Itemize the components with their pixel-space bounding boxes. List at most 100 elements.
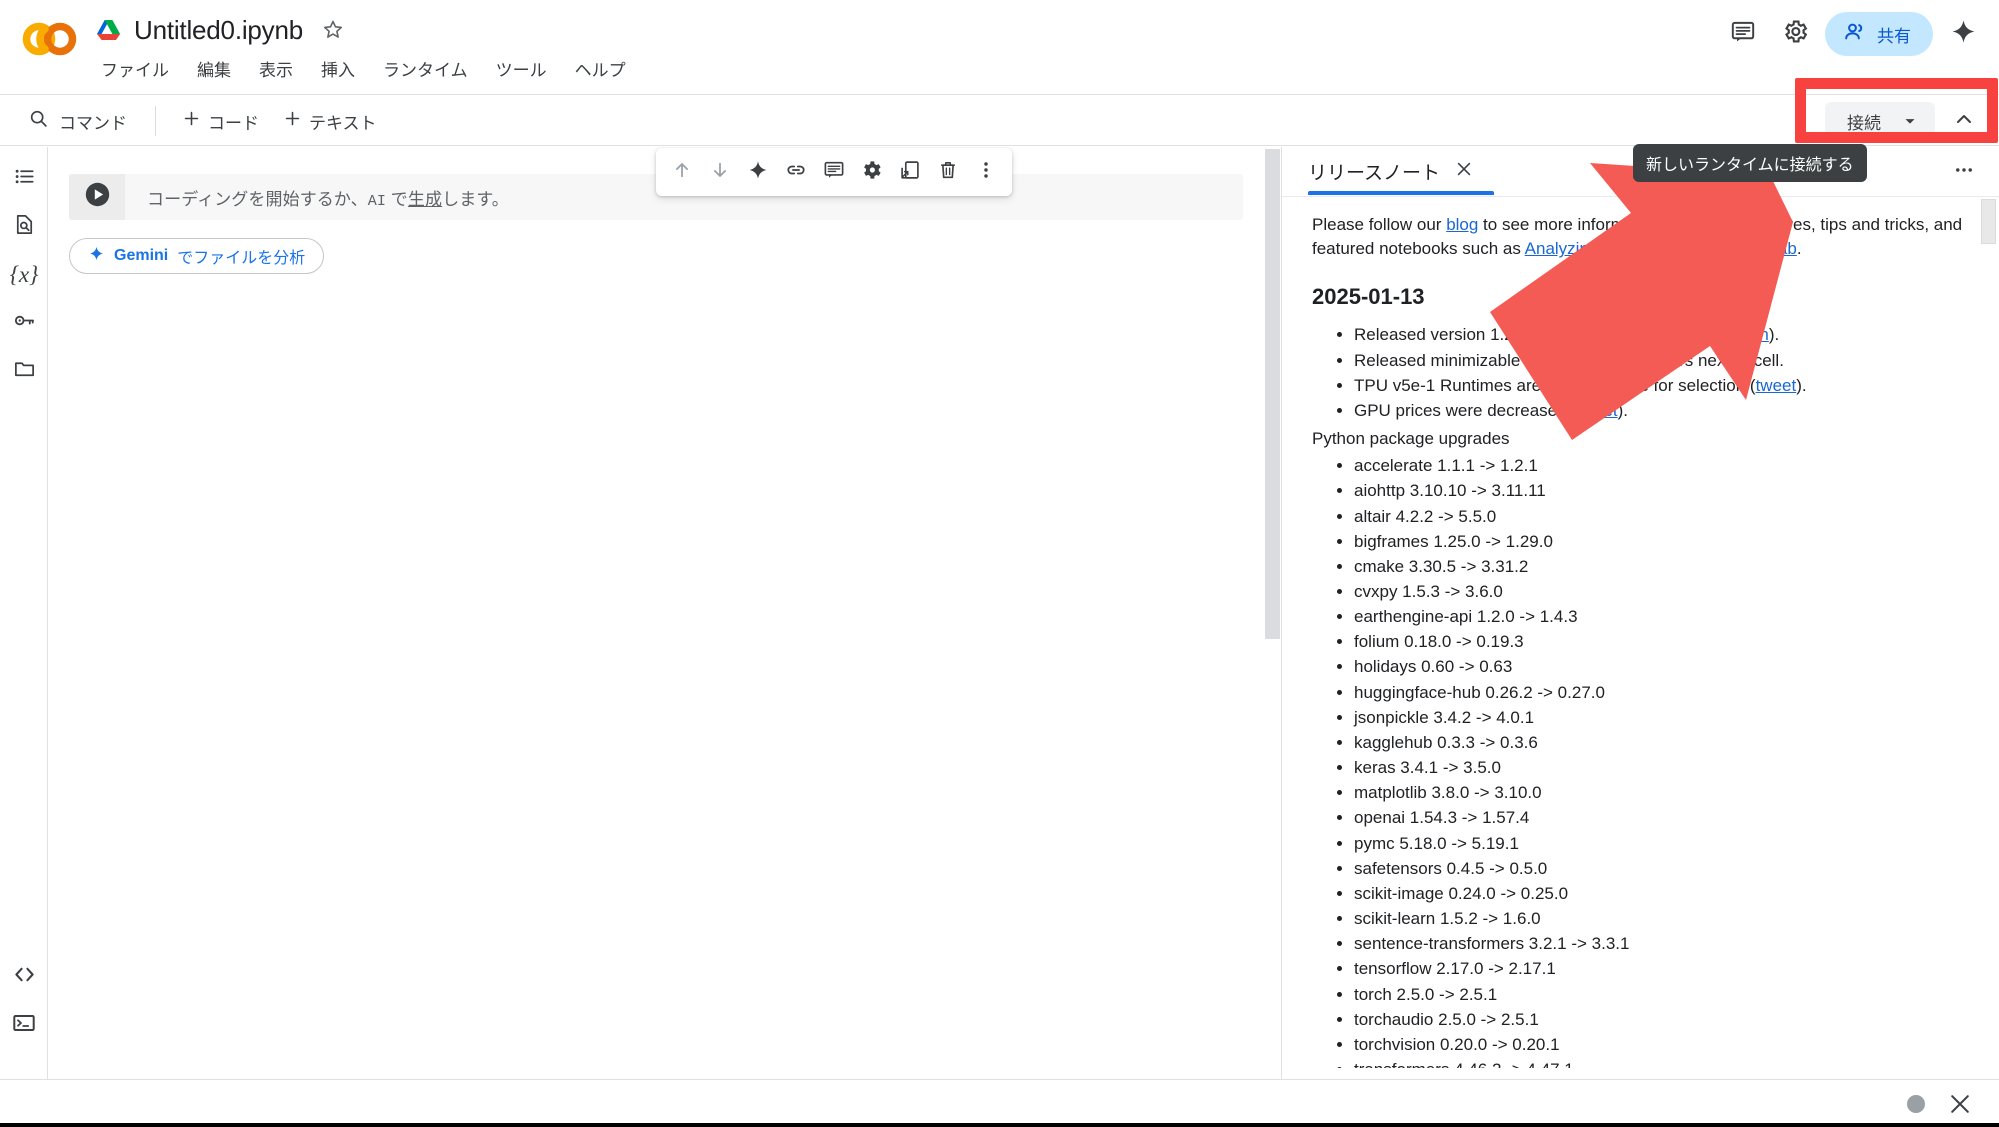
blog-link[interactable]: blog: [1446, 215, 1478, 234]
tab-release-notes[interactable]: リリースノート: [1308, 147, 1474, 195]
placeholder-generate-link[interactable]: 生成: [408, 190, 442, 209]
toolbar-divider: [155, 106, 156, 136]
sidebar-files[interactable]: [4, 351, 44, 391]
packages-heading: Python package upgrades: [1312, 429, 1510, 449]
run-cell-button[interactable]: [69, 174, 125, 220]
notebook-canvas: コーディングを開始するか、AI で生成します。 Gemini でファイルを分析: [49, 147, 1281, 1079]
cell-settings-button[interactable]: [854, 154, 890, 190]
code-brackets-icon: [12, 962, 37, 992]
package-upgrade-item: huggingface-hub 0.26.2 -> 0.27.0: [1354, 680, 1969, 705]
add-text-cell-button[interactable]: テキスト: [271, 103, 389, 140]
panel-scrollbar[interactable]: [1981, 199, 1996, 244]
notebook-title[interactable]: Untitled0.ipynb: [134, 15, 303, 46]
package-upgrade-item: transformers 4.46.2 -> 4.47.1: [1354, 1057, 1969, 1068]
command-label: コマンド: [59, 113, 127, 133]
share-button[interactable]: 共有: [1825, 12, 1933, 56]
arrow-up-icon: [671, 159, 693, 186]
connect-button[interactable]: 接続: [1825, 102, 1935, 140]
command-palette-button[interactable]: コマンド: [14, 102, 141, 140]
popout-icon: [899, 159, 921, 186]
sidebar-find-replace[interactable]: [4, 207, 44, 247]
package-upgrade-item: folium 0.18.0 -> 0.19.3: [1354, 629, 1969, 654]
package-upgrade-item: openai 1.54.3 -> 1.57.4: [1354, 805, 1969, 830]
terminal-icon: [12, 1011, 36, 1040]
sparkle-icon: [1950, 18, 1977, 50]
cell-placeholder-text: コーディングを開始するか、AI で生成します。: [125, 185, 509, 210]
bottom-status-bar: [0, 1079, 1999, 1127]
connect-label: 接続: [1847, 113, 1881, 133]
cell-delete-button[interactable]: [930, 154, 966, 190]
comment-button[interactable]: [1721, 12, 1765, 56]
gear-icon: [1782, 18, 1809, 50]
tweet-link[interactable]: tweet: [1577, 401, 1618, 420]
cell-move-down-button[interactable]: [702, 154, 738, 190]
release-items-list: Released version 1.2.0 of the Colab Chro…: [1312, 322, 1969, 423]
release-item: Released version 1.2.0 of the Colab Chro…: [1354, 322, 1969, 347]
cell-toolbar: [656, 148, 1012, 196]
arrow-down-icon: [709, 159, 731, 186]
add-text-label: テキスト: [309, 113, 377, 133]
sidebar-terminal[interactable]: [4, 1005, 44, 1045]
cell-mirror-button[interactable]: [892, 154, 928, 190]
package-upgrade-item: altair 4.2.2 -> 5.5.0: [1354, 504, 1969, 529]
release-item-post: ).: [1796, 375, 1807, 395]
package-upgrade-item: bigframes 1.25.0 -> 1.29.0: [1354, 529, 1969, 554]
add-code-label: コード: [208, 113, 259, 133]
menu-runtime[interactable]: ランタイム: [380, 54, 471, 83]
release-item: GPU prices were decreased (tweet).: [1354, 398, 1969, 423]
menu-help[interactable]: ヘルプ: [572, 54, 629, 83]
gemini-analyze-file-button[interactable]: Gemini でファイルを分析: [69, 238, 325, 274]
release-notes-intro: Please follow our blog to see more infor…: [1312, 213, 1969, 261]
sidebar-variables[interactable]: {x}: [4, 255, 44, 295]
cell-move-up-button[interactable]: [664, 154, 700, 190]
collapse-header-button[interactable]: [1943, 100, 1985, 142]
release-date-heading: 2025-01-13: [1312, 284, 1425, 310]
star-icon[interactable]: [321, 18, 345, 42]
left-sidebar-rail: {x}: [0, 147, 48, 1079]
menu-insert[interactable]: 挿入: [318, 54, 358, 83]
colab-logo[interactable]: [20, 18, 80, 60]
variables-icon: {x}: [9, 262, 39, 287]
tweet-link[interactable]: tweet: [1756, 376, 1797, 395]
cell-more-button[interactable]: [968, 154, 1004, 190]
panel-tab-label: リリースノート: [1308, 162, 1441, 184]
menu-edit[interactable]: 編集: [194, 54, 234, 83]
package-upgrade-item: cmake 3.30.5 -> 3.31.2: [1354, 554, 1969, 579]
colab-chrome-extension-link[interactable]: Colab Chrome Extension: [1580, 325, 1769, 344]
top-app-bar: Untitled0.ipynb ファイル 編集 表示 挿入 ランタイム ツール …: [0, 0, 1999, 94]
gemini-chip-brand: Gemini: [114, 247, 169, 264]
more-vertical-icon: [975, 159, 997, 186]
cell-link-button[interactable]: [778, 154, 814, 190]
sidebar-code-snippets[interactable]: [4, 957, 44, 997]
settings-button[interactable]: [1773, 12, 1817, 56]
chevron-down-icon[interactable]: [1897, 112, 1935, 130]
cell-comment-button[interactable]: [816, 154, 852, 190]
package-upgrade-item: torch 2.5.0 -> 2.5.1: [1354, 982, 1969, 1007]
notebook-title-row: Untitled0.ipynb: [96, 10, 345, 50]
play-icon: [84, 181, 111, 213]
window-bottom-edge: [0, 1123, 1999, 1127]
add-code-cell-button[interactable]: コード: [170, 103, 271, 140]
package-upgrade-item: kagglehub 0.3.3 -> 0.3.6: [1354, 730, 1969, 755]
sidebar-secrets[interactable]: [4, 303, 44, 343]
list-icon: [13, 165, 36, 193]
release-item-text: Released minimizable outputs with indica…: [1354, 350, 1784, 370]
package-upgrade-item: keras 3.4.1 -> 3.5.0: [1354, 755, 1969, 780]
gemini-button[interactable]: [1941, 12, 1985, 56]
close-icon[interactable]: [1947, 1091, 1973, 1117]
close-icon[interactable]: [1454, 159, 1474, 184]
menu-bar: ファイル 編集 表示 挿入 ランタイム ツール ヘルプ: [98, 54, 629, 83]
menu-tools[interactable]: ツール: [493, 54, 550, 83]
sidebar-toc[interactable]: [4, 159, 44, 199]
top-bar-actions: 共有: [1721, 12, 1985, 56]
featured-notebook-link[interactable]: Analyzing a Bank Failure with Colab: [1525, 239, 1797, 258]
notebook-scrollbar[interactable]: [1265, 149, 1280, 639]
cell-gemini-button[interactable]: [740, 154, 776, 190]
key-icon: [13, 309, 36, 337]
package-upgrade-item: tensorflow 2.17.0 -> 2.17.1: [1354, 956, 1969, 981]
menu-view[interactable]: 表示: [256, 54, 296, 83]
panel-more-button[interactable]: [1945, 153, 1983, 191]
menu-file[interactable]: ファイル: [98, 54, 172, 83]
chevron-up-icon: [1952, 107, 1976, 136]
release-item-post: ).: [1768, 325, 1780, 345]
